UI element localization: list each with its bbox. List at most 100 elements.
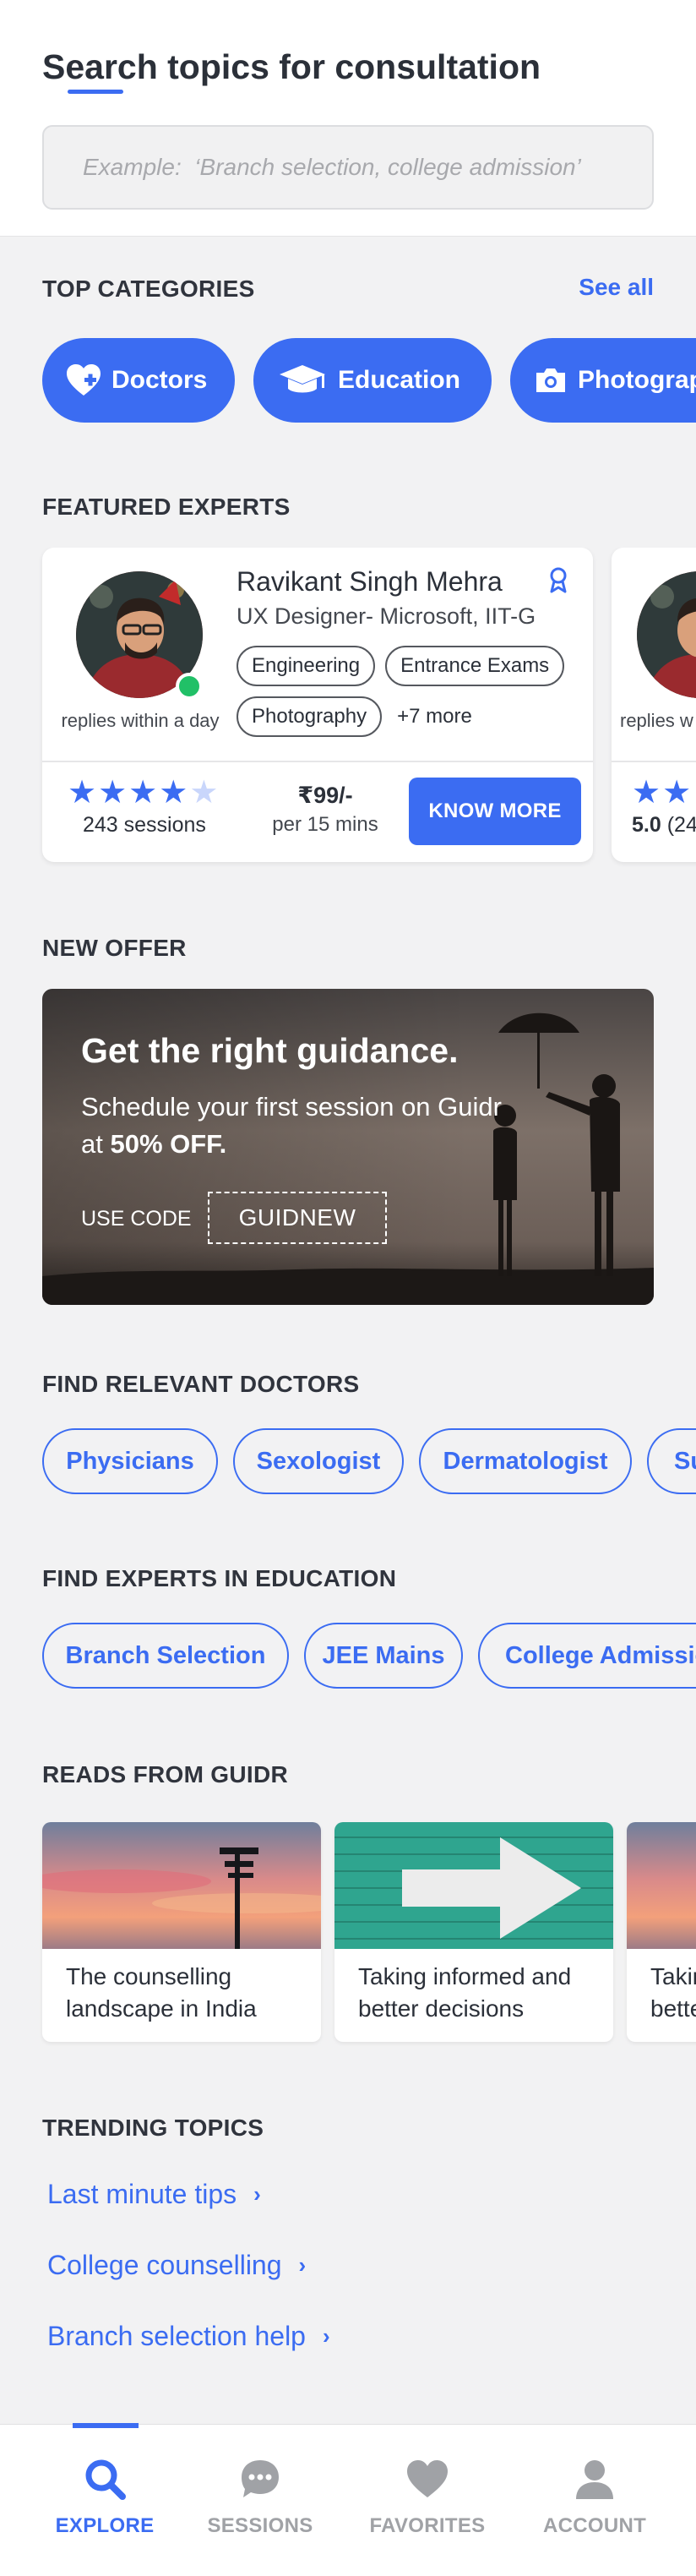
article-image (334, 1822, 613, 1949)
reads-scroller[interactable]: The counselling landscape in India Takin… (0, 1822, 696, 2050)
article-image (627, 1822, 696, 1949)
star-filled-icon: ★ (68, 775, 97, 810)
education-pill[interactable]: JEE Mains (304, 1623, 463, 1689)
verified-badge-icon (547, 566, 569, 598)
expert-name: Ravikant Singh Mehra (237, 566, 503, 597)
expert-tags: Engineering Entrance Exams Photography +… (237, 646, 583, 737)
bottom-navigation: EXPLORE SESSIONS FAVORITES ACCOUNT (0, 2423, 696, 2576)
featured-experts-label: FEATURED EXPERTS (42, 494, 291, 520)
chevron-right-icon: › (322, 2323, 330, 2349)
new-offer-label: NEW OFFER (42, 935, 187, 961)
session-count: 5.0 (24 (632, 813, 696, 838)
nav-account[interactable]: ACCOUNT (519, 2455, 671, 2538)
experts-scroller[interactable]: replies within a day Ravikant Singh Mehr… (0, 548, 696, 869)
nav-label: SESSIONS (207, 2514, 313, 2537)
card-divider (612, 761, 696, 762)
reply-time: replies w (620, 710, 693, 731)
session-count: 243 sessions (83, 813, 206, 837)
star-filled-icon: ★ (128, 775, 158, 810)
active-tab-indicator (73, 2423, 139, 2428)
nav-label: ACCOUNT (542, 2514, 647, 2537)
trending-topic-link[interactable]: Branch selection help › (47, 2321, 330, 2352)
online-status-dot (176, 673, 203, 700)
star-filled-icon: ★ (159, 775, 188, 810)
find-doctors-label: FIND RELEVANT DOCTORS (42, 1371, 360, 1397)
trending-topic-link[interactable]: College counselling › (47, 2250, 306, 2281)
heart-icon (351, 2455, 503, 2502)
page-title: Search topics for consultation (42, 47, 541, 86)
search-input[interactable] (44, 127, 652, 208)
education-pill[interactable]: Branch Selection (42, 1623, 289, 1689)
category-label: Education (338, 366, 461, 394)
doctor-pill[interactable]: Surgeon (647, 1428, 696, 1494)
nav-explore[interactable]: EXPLORE (29, 2455, 181, 2538)
article-card[interactable]: The counselling landscape in India (42, 1822, 321, 2042)
star-filled-icon: ★ (632, 775, 661, 810)
price-unit: per 15 mins (272, 813, 378, 836)
find-education-label: FIND EXPERTS IN EDUCATION (42, 1565, 397, 1591)
nav-favorites[interactable]: FAVORITES (351, 2455, 503, 2538)
offer-discount: 50% OFF. (110, 1129, 227, 1159)
reads-label: READS FROM GUIDR (42, 1761, 289, 1787)
expertise-tag[interactable]: Photography (237, 696, 383, 737)
star-rating: ★ ★ (632, 776, 691, 810)
expert-price: ₹99/- (297, 783, 353, 808)
education-scroller[interactable]: Branch Selection JEE Mains College Admis… (0, 1623, 696, 1690)
doctor-pill[interactable]: Dermatologist (419, 1428, 632, 1494)
session-count-partial: (24 (666, 813, 696, 837)
trending-topic-label: College counselling (47, 2250, 282, 2280)
rating-value: 5.0 (632, 813, 661, 837)
expertise-tag[interactable]: Engineering (237, 646, 376, 686)
know-more-button[interactable]: KNOW MORE (409, 778, 581, 845)
star-filled-icon: ★ (662, 775, 692, 810)
category-label: Doctors (111, 366, 208, 394)
chevron-right-icon: › (298, 2252, 307, 2278)
expert-role: UX Designer- Microsoft, IIT-G (237, 603, 536, 629)
graduation-cap-icon (277, 362, 328, 399)
star-empty-icon: ★ (189, 775, 219, 810)
nav-sessions[interactable]: SESSIONS (184, 2455, 336, 2538)
promo-code[interactable]: GUIDNEW (208, 1192, 387, 1244)
more-tags-link[interactable]: +7 more (392, 696, 472, 737)
star-filled-icon: ★ (98, 775, 128, 810)
article-card[interactable]: Taking informed and better decisions (334, 1822, 613, 2042)
avatar (637, 571, 696, 698)
search-icon (29, 2455, 181, 2502)
card-divider (42, 761, 593, 762)
doctors-scroller[interactable]: Physicians Sexologist Dermatologist Surg… (0, 1428, 696, 1496)
medical-heart-icon (66, 362, 101, 399)
user-icon (519, 2455, 671, 2502)
chat-icon (184, 2455, 336, 2502)
doctor-pill[interactable]: Physicians (42, 1428, 218, 1494)
search-box[interactable] (42, 125, 654, 210)
category-label: Photography (578, 366, 696, 394)
title-underline (68, 90, 123, 94)
offer-description: Schedule your first session on Guidr at … (81, 1089, 503, 1163)
category-education[interactable]: Education (253, 338, 492, 423)
expert-card[interactable]: replies within a day Ravikant Singh Mehr… (42, 548, 593, 862)
article-title: Taking informed and better decisions (358, 1963, 572, 2022)
search-header: Search topics for consultation (0, 0, 696, 237)
chevron-right-icon: › (253, 2181, 261, 2207)
category-doctors[interactable]: Doctors (42, 338, 235, 423)
reply-time: replies within a day (61, 710, 220, 731)
nav-label: EXPLORE (55, 2514, 155, 2537)
trending-topic-link[interactable]: Last minute tips › (47, 2179, 261, 2210)
category-photography[interactable]: Photography (510, 338, 696, 423)
offer-title: Get the right guidance. (81, 1031, 459, 1070)
categories-scroller[interactable]: Doctors Education Photography (0, 338, 696, 423)
nav-label: FAVORITES (369, 2514, 486, 2537)
star-rating: ★ ★ ★ ★ ★ (68, 776, 218, 810)
expertise-tag[interactable]: Entrance Exams (385, 646, 565, 686)
education-pill[interactable]: College Admission (478, 1623, 696, 1689)
top-categories-label: TOP CATEGORIES (42, 276, 255, 302)
trending-topic-label: Branch selection help (47, 2321, 306, 2351)
see-all-link[interactable]: See all (579, 274, 654, 301)
camera-icon (534, 362, 568, 399)
article-title: The counselling landscape in India (66, 1963, 257, 2022)
article-title: Taking informed and better decisions (650, 1963, 696, 2022)
doctor-pill[interactable]: Sexologist (233, 1428, 404, 1494)
offer-banner[interactable]: Get the right guidance. Schedule your fi… (42, 989, 654, 1305)
article-card[interactable]: Taking informed and better decisions (627, 1822, 696, 2042)
expert-card[interactable]: replies w ★ ★ 5.0 (24 (612, 548, 696, 862)
